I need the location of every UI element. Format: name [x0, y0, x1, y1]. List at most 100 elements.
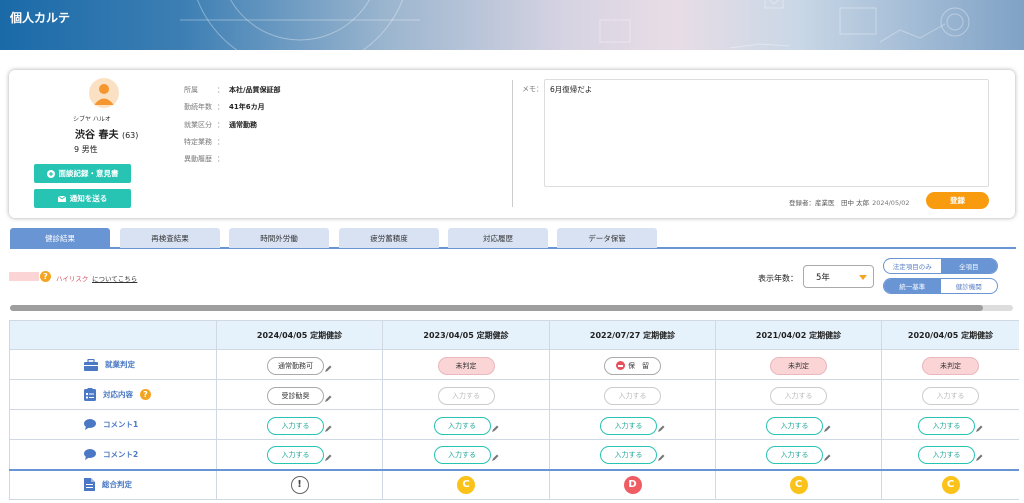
pill-text: 受診勧奨 — [281, 391, 310, 400]
send-notification-button[interactable]: 通知を送る — [34, 189, 131, 208]
divider — [512, 80, 513, 207]
work-judgment-value[interactable]: 通常勤務可 — [267, 356, 324, 375]
input-button[interactable]: 入力する — [267, 416, 324, 435]
table-cell: C — [881, 468, 1019, 500]
field-label-employment: 就業区分 — [184, 121, 212, 129]
consult-record-button[interactable]: 面談記録・意見書 — [34, 164, 131, 183]
scrollbar-thumb[interactable] — [10, 305, 983, 311]
tab-checkup-results[interactable]: 健診結果 — [10, 228, 110, 248]
pencil-icon[interactable] — [325, 365, 332, 372]
briefcase-icon — [84, 358, 98, 371]
pencil-icon[interactable] — [325, 425, 332, 432]
grade-badge[interactable]: C — [457, 475, 475, 494]
item-scope-toggle: 法定項目のみ 全項目 — [883, 258, 998, 274]
help-icon[interactable]: ? — [140, 389, 151, 400]
input-button[interactable]: 入力する — [433, 416, 491, 435]
criteria-toggle: 統一基準 健診機関 — [883, 278, 998, 294]
tab-reexam-results[interactable]: 再検査結果 — [120, 228, 220, 248]
table-cell: 未判定 — [382, 349, 550, 380]
memo-label: メモ： — [522, 85, 543, 93]
pencil-icon[interactable] — [976, 425, 983, 432]
toggle-all-items[interactable]: 全項目 — [940, 259, 997, 273]
input-button: 入力する — [922, 386, 979, 405]
horizontal-scrollbar[interactable] — [10, 305, 1013, 311]
comment-icon — [84, 419, 96, 430]
pencil-icon[interactable] — [824, 454, 831, 462]
pill-text: 入力する — [780, 451, 809, 460]
pill-text: 未判定 — [940, 361, 961, 370]
pencil-icon[interactable] — [491, 425, 499, 432]
high-risk-info-link[interactable]: についてこちら — [92, 273, 137, 283]
mail-icon — [57, 195, 66, 202]
tab-overtime[interactable]: 時間外労働 — [229, 228, 329, 248]
years-label: 表示年数： — [758, 274, 798, 283]
grade-badge[interactable]: ! — [290, 475, 309, 494]
table-cell: 未判定 — [881, 349, 1019, 380]
input-button: 入力する — [437, 386, 495, 405]
input-button[interactable]: 入力する — [766, 416, 823, 435]
tab-data-storage[interactable]: データ保管 — [557, 228, 657, 248]
pencil-icon[interactable] — [976, 454, 983, 462]
header-banner: 個人カルテ — [0, 0, 1024, 50]
input-button[interactable]: 入力する — [918, 416, 975, 435]
input-button[interactable]: 入力する — [918, 446, 975, 465]
employee-name-text: 渋谷 春夫 — [75, 130, 119, 141]
table-cell: 入力する — [715, 379, 882, 410]
pencil-icon[interactable] — [658, 454, 665, 462]
high-risk-label: ハイリスク — [56, 275, 89, 283]
input-button[interactable]: 入力する — [267, 446, 324, 465]
field-colon: ： — [217, 155, 224, 163]
row-label: コメント1 — [9, 409, 217, 440]
register-button[interactable]: 登録 — [926, 192, 989, 209]
toggle-unified-criteria[interactable]: 統一基準 — [884, 279, 941, 293]
avatar — [89, 78, 119, 108]
table-cell: 通常勤務可 — [216, 349, 383, 380]
field-colon: ： — [217, 86, 224, 94]
memo-textarea[interactable]: 6月復帰だよ — [544, 79, 989, 187]
row-label-text: 総合判定 — [102, 480, 132, 490]
field-value-tenure: 41年6カ月 — [229, 103, 265, 111]
input-button[interactable]: 入力する — [600, 446, 657, 465]
table-cell: 入力する — [382, 409, 550, 440]
table-cell: ! — [216, 468, 383, 500]
grade-badge[interactable]: D — [623, 475, 642, 494]
table-header-blank — [9, 320, 217, 350]
field-colon: ： — [217, 121, 224, 129]
pencil-icon[interactable] — [325, 395, 332, 402]
help-icon[interactable]: ? — [40, 271, 51, 282]
input-button[interactable]: 入力する — [766, 446, 823, 465]
years-select-value: 5年 — [816, 272, 830, 283]
table-cell: 入力する — [382, 439, 550, 470]
toggle-statutory-only[interactable]: 法定項目のみ — [884, 259, 941, 273]
tab-fatigue[interactable]: 疲労蓄積度 — [339, 228, 439, 248]
row-label: 対応内容 ? — [9, 379, 217, 410]
table-row: 就業判定 通常勤務可 未判定 保 留 未判定 未判定 — [9, 349, 1019, 380]
pencil-icon[interactable] — [824, 425, 831, 432]
table-cell: C — [382, 468, 550, 500]
field-label-specific-work: 特定業務 — [184, 138, 212, 146]
column-header: 2022/07/27 定期健診 — [549, 320, 716, 350]
toggle-checkup-institution[interactable]: 健診機関 — [941, 279, 998, 293]
table-header-row: 2024/04/05 定期健診 2023/04/05 定期健診 2022/07/… — [9, 320, 1019, 350]
grade-badge[interactable]: C — [941, 475, 960, 494]
work-judgment-value[interactable]: 未判定 — [922, 356, 979, 375]
grade-badge[interactable]: C — [789, 475, 808, 494]
pencil-icon[interactable] — [491, 454, 499, 462]
work-judgment-value[interactable]: 未判定 — [770, 356, 827, 375]
tab-response-history[interactable]: 対応履歴 — [448, 228, 548, 248]
table-cell: 入力する — [715, 409, 882, 440]
pencil-icon[interactable] — [658, 425, 665, 432]
page-title: 個人カルテ — [10, 11, 71, 25]
work-judgment-value[interactable]: 未判定 — [437, 356, 495, 375]
input-button[interactable]: 入力する — [600, 416, 657, 435]
years-select[interactable]: 5年 — [803, 265, 874, 288]
response-value[interactable]: 受診勧奨 — [267, 386, 324, 405]
work-judgment-value[interactable]: 保 留 — [604, 356, 661, 375]
send-notification-label: 通知を送る — [69, 194, 108, 203]
input-button[interactable]: 入力する — [433, 446, 491, 465]
no-entry-icon — [616, 361, 625, 370]
pencil-icon[interactable] — [325, 454, 332, 462]
tab-bar: 健診結果 再検査結果 時間外労働 疲労蓄積度 対応履歴 データ保管 — [10, 227, 1016, 249]
column-header: 2021/04/02 定期健診 — [715, 320, 882, 350]
pill-text: 入力する — [448, 421, 476, 430]
